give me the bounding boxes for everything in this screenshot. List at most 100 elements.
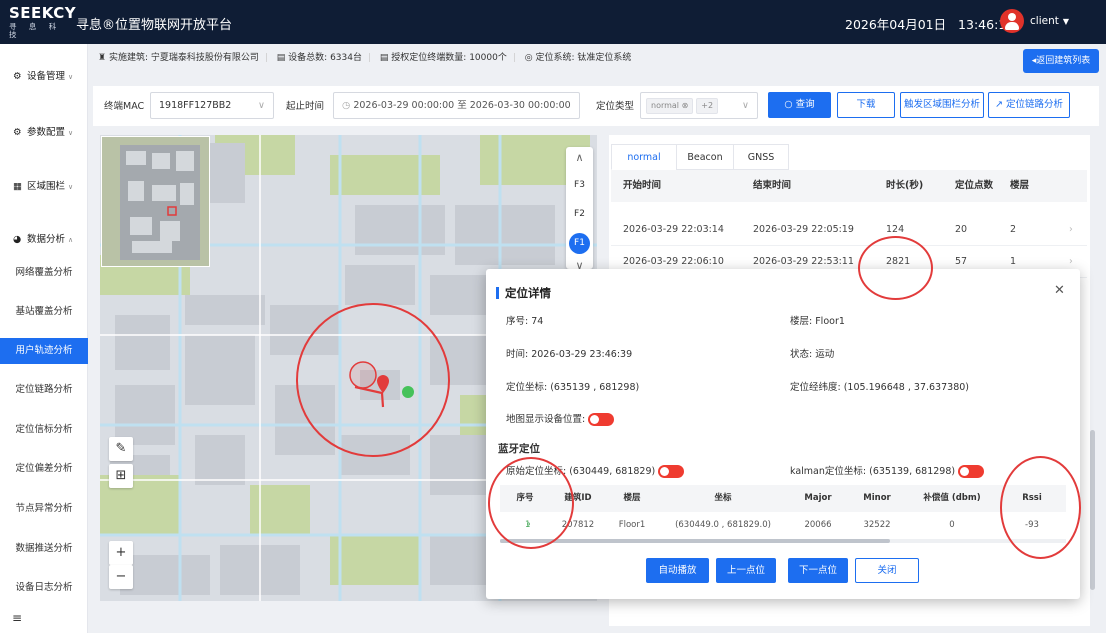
table-horizontal-scrollbar[interactable] [500,539,1066,543]
sidebar-item-station-coverage[interactable]: 基站覆盖分析 [0,299,88,325]
sidebar-item-device-log[interactable]: 设备日志分析 [0,575,88,601]
annotation-circle [858,236,933,300]
show-device-label: 地图显示设备位置: [506,414,586,425]
top-bar: SEEKCY 寻 息 科 技 寻息®位置物联网开放平台 2026年04月01日 … [0,0,1106,44]
tab-gnss[interactable]: GNSS [733,144,789,170]
link-analysis-button[interactable]: ↗ 定位链路分析 [988,92,1070,118]
building-info-bar: ♜ 实施建筑: 宁夏瑞泰科技股份有限公司 | ▤ 设备总数: 6334台 | ▤ 授… [98,53,632,63]
col-points: 定位点数 [955,180,994,191]
sidebar-group-analysis[interactable]: ◕ 数据分析 ∧ [13,231,73,245]
close-icon[interactable]: ✕ [1054,283,1065,298]
logo-subtext: 寻 息 科 技 [9,22,62,39]
show-device-row: 地图显示设备位置: [506,411,615,426]
query-button[interactable]: ○ 查询 [768,92,831,118]
show-device-toggle[interactable] [588,413,615,426]
col-minor: Minor [863,493,891,503]
time-range-picker[interactable]: ◷ 2026-03-29 00:00:00 至 2026-03-30 00:00… [333,92,580,119]
sidebar-item-data-push[interactable]: 数据推送分析 [0,536,88,562]
measure-tool-icon[interactable]: ✎ [109,437,133,461]
row-floor: Floor1 [618,520,646,530]
license-count: 授权定位终端数量: 10000个 [391,53,507,63]
brand-logo: SEEKCY 寻 息 科 技 [9,6,76,39]
grid-toggle-icon[interactable]: ⊞ [109,464,133,488]
beacon-table-row[interactable]: 1 ⚬ 207812 Floor1 (630449.0 , 681829.0) … [500,512,1066,539]
sidebar-item-user-track[interactable]: 用户轨迹分析 [0,338,88,364]
prev-point-button[interactable]: 上一点位 [716,558,776,583]
mini-map[interactable] [101,136,210,267]
settings-icon: ⚙ [13,127,22,138]
chevron-down-icon: ∨ [742,100,749,111]
row-major: 20066 [804,520,832,530]
gear-icon: ⚙ [13,71,22,82]
back-button-label: 返回建筑列表 [1036,56,1091,66]
raw-coord-toggle[interactable] [658,465,685,478]
app-title: 寻息®位置物联网开放平台 [76,18,233,33]
panel-scrollbar[interactable] [1090,430,1095,590]
zoom-out-button[interactable]: − [109,565,133,589]
back-to-buildings-button[interactable]: ◂返回建筑列表 [1023,49,1099,73]
pie-chart-icon: ◕ [13,234,22,245]
user-menu[interactable]: client ▼ [1030,15,1069,27]
clock-icon: ◷ [342,100,351,111]
detail-coord: 定位坐标: (635139 , 681298) [506,382,640,393]
chevron-up-icon: ∧ [68,236,74,244]
chevron-down-icon: ∨ [258,100,265,111]
sidebar-item-network-coverage[interactable]: 网络覆盖分析 [0,260,88,286]
next-point-button[interactable]: 下一点位 [788,558,848,583]
zoom-in-button[interactable]: + [109,541,133,565]
floor-f1[interactable]: F1 [569,233,590,254]
query-label: 查询 [795,99,815,110]
avatar[interactable] [1000,9,1024,33]
col-start-time: 开始时间 [623,180,662,191]
chevron-down-icon: ∨ [68,73,74,81]
sidebar-item-link[interactable]: 定位链路分析 [0,377,88,403]
sidebar-item-node-anomaly[interactable]: 节点异常分析 [0,496,88,522]
menu-collapse-icon[interactable]: ≡ [12,611,22,625]
close-button[interactable]: 关闭 [855,558,919,583]
sidebar-group-fence[interactable]: ▦ 区域围栏 ∨ [13,178,73,192]
sidebar-group-label: 数据分析 [27,234,66,245]
row-minor: 32522 [863,520,891,530]
row-end: 2026-03-29 22:05:19 [753,224,854,235]
type-more-tag: +2 [696,97,719,114]
time-range-label: 起止时间 [286,101,325,112]
tab-normal[interactable]: normal [611,144,677,170]
floor-f2[interactable]: F2 [566,209,593,219]
location-type-select[interactable]: normal ⊗ +2 ∨ [640,92,758,119]
col-major: Major [804,493,832,503]
autoplay-button[interactable]: 自动播放 [646,558,709,583]
mac-value: 1918FF127BB2 [159,100,232,111]
download-button[interactable]: 下载 [837,92,895,118]
user-name: client [1030,15,1059,27]
type-tag[interactable]: normal ⊗ [646,97,694,114]
mac-select[interactable]: 1918FF127BB2 ∨ [150,92,274,119]
sidebar-group-label: 参数配置 [27,127,66,138]
row-compensation: 0 [949,520,955,530]
fence-analysis-button[interactable]: 触发区域围栏分析 [900,92,984,118]
col-duration: 时长(秒) [886,180,924,191]
col-end-time: 结束时间 [753,180,792,191]
row-floor: 2 [1010,224,1017,235]
table-row[interactable]: 2026-03-29 22:03:14 2026-03-29 22:05:19 … [611,214,1087,246]
floor-f3[interactable]: F3 [566,180,593,190]
caret-down-icon: ▼ [1062,17,1069,26]
kalman-coord-toggle[interactable] [958,465,985,478]
location-detail-dialog: 定位详情 ✕ 序号: 74 楼层: Floor1 时间: 2026-03-29 … [486,269,1080,599]
annotation-circle [296,303,450,457]
building-name: 实施建筑: 宁夏瑞泰科技股份有限公司 [108,53,259,63]
floor-up-icon[interactable]: ∧ [566,151,593,164]
ble-section-title: 蓝牙定位 [498,443,540,455]
tab-beacon[interactable]: Beacon [676,144,734,170]
location-system: 定位系统: 钛准定位系统 [535,53,632,63]
records-table-header: 开始时间 结束时间 时长(秒) 定位点数 楼层 [611,170,1087,202]
sidebar-item-beacon[interactable]: 定位信标分析 [0,417,88,443]
device-icon: ▤ [276,53,286,63]
col-floor: 楼层 [623,493,641,503]
detail-time: 时间: 2026-03-29 23:46:39 [506,349,633,360]
sidebar-group-device[interactable]: ⚙ 设备管理 ∨ [13,68,73,82]
detail-seq: 序号: 74 [506,316,544,327]
search-icon: ○ [784,99,793,110]
sidebar-group-params[interactable]: ⚙ 参数配置 ∨ [13,124,73,138]
sidebar-item-deviation[interactable]: 定位偏差分析 [0,456,88,482]
row-start: 2026-03-29 22:03:14 [623,224,724,235]
